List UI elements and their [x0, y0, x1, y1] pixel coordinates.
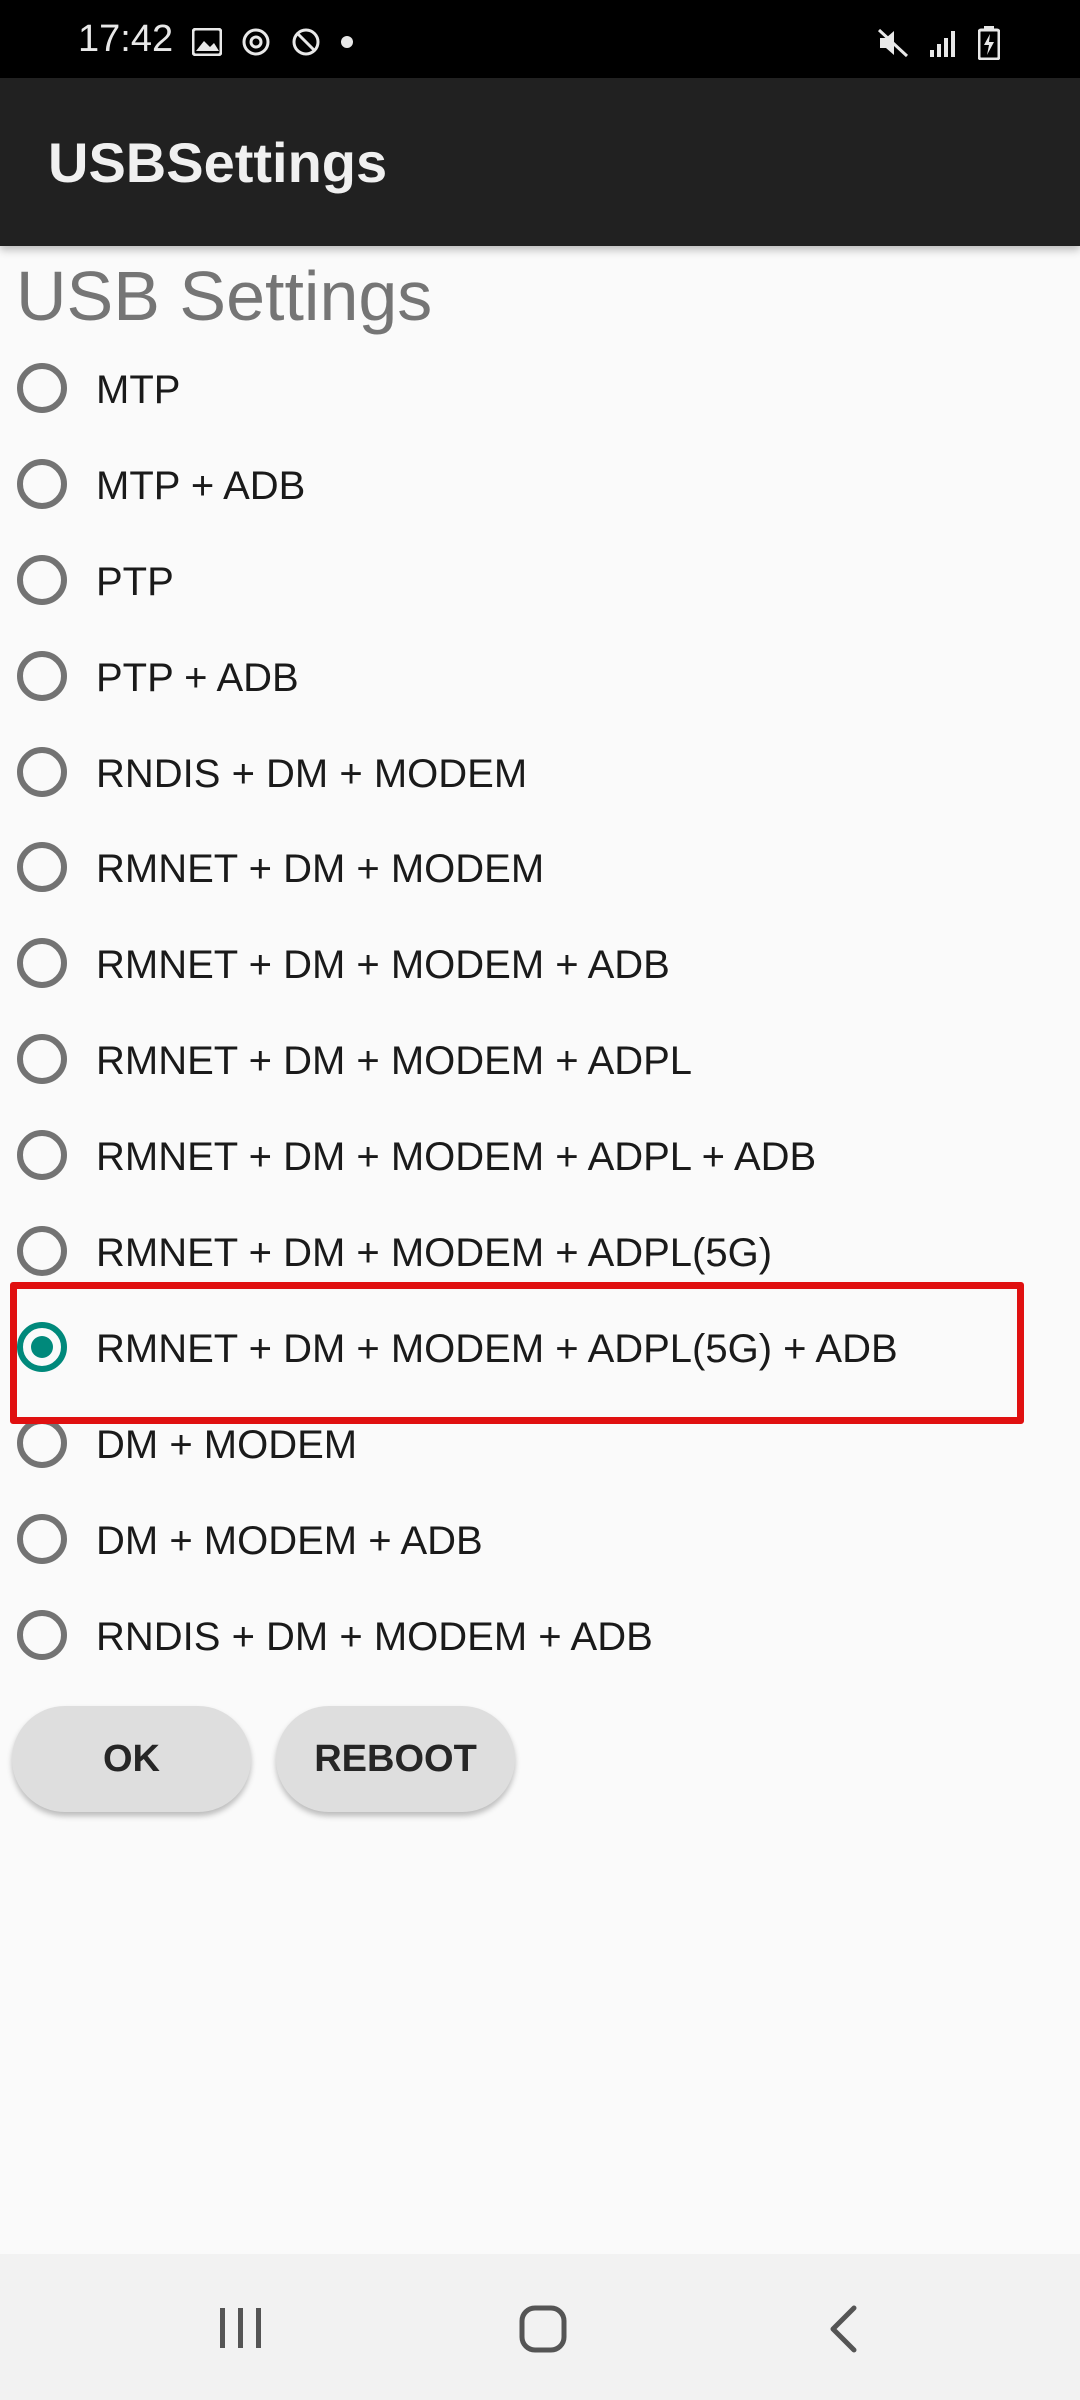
radio-option[interactable]: RNDIS + DM + MODEM	[0, 728, 1080, 824]
radio-option[interactable]: RMNET + DM + MODEM	[0, 823, 1080, 919]
option-label: MTP	[96, 368, 181, 412]
reboot-button[interactable]: REBOOT	[276, 1706, 515, 1812]
option-label: RMNET + DM + MODEM + ADB	[96, 943, 670, 988]
radio-button[interactable]	[17, 938, 67, 989]
ok-button[interactable]: OK	[12, 1706, 251, 1812]
radio-option[interactable]: MTP	[0, 344, 1080, 440]
radio-option[interactable]: PTP + ADB	[0, 632, 1080, 728]
radio-option[interactable]: PTP	[0, 536, 1080, 632]
highlight-box	[10, 1282, 1024, 1424]
radio-button[interactable]	[17, 1034, 67, 1085]
option-label: RMNET + DM + MODEM + ADPL(5G)	[96, 1231, 773, 1276]
battery-charging-icon	[977, 26, 1001, 65]
dot-icon	[340, 35, 354, 54]
option-label: RMNET + DM + MODEM	[96, 847, 545, 892]
blocked-icon	[290, 26, 322, 63]
recents-icon[interactable]	[218, 2306, 264, 2355]
home-icon[interactable]	[518, 2304, 568, 2359]
radio-button[interactable]	[17, 1226, 67, 1277]
option-label: DM + MODEM + ADB	[96, 1518, 483, 1563]
option-label: PTP + ADB	[96, 655, 299, 700]
option-label: RNDIS + DM + MODEM	[96, 751, 528, 796]
signal-icon	[928, 28, 960, 63]
option-label: MTP + ADB	[96, 463, 306, 508]
radio-button[interactable]	[17, 650, 67, 701]
sync-icon	[240, 26, 272, 63]
back-icon[interactable]	[826, 2304, 860, 2359]
radio-button[interactable]	[17, 1513, 67, 1564]
navigation-bar	[0, 2254, 1080, 2400]
radio-button[interactable]	[17, 554, 67, 605]
image-icon	[191, 27, 223, 61]
radio-option[interactable]: DM + MODEM + ADB	[0, 1495, 1080, 1591]
app-bar: USBSettings	[0, 78, 1080, 246]
radio-option[interactable]: RNDIS + DM + MODEM + ADB	[0, 1591, 1080, 1687]
radio-button[interactable]	[17, 458, 67, 509]
status-bar: 17:42	[0, 0, 1080, 78]
app-title: USBSettings	[48, 131, 388, 194]
option-label: RMNET + DM + MODEM + ADPL	[96, 1039, 693, 1084]
mute-icon	[876, 27, 910, 64]
radio-option[interactable]: RMNET + DM + MODEM + ADPL + ADB	[0, 1111, 1080, 1207]
radio-button[interactable]	[17, 1609, 67, 1660]
option-label: RNDIS + DM + MODEM + ADB	[96, 1614, 653, 1659]
page-title: USB Settings	[16, 257, 433, 335]
radio-option[interactable]: RMNET + DM + MODEM + ADPL	[0, 1015, 1080, 1111]
option-label: RMNET + DM + MODEM + ADPL + ADB	[96, 1135, 817, 1180]
radio-option[interactable]: RMNET + DM + MODEM + ADB	[0, 919, 1080, 1015]
usb-mode-radio-group: MTP MTP + ADB PTP PTP + ADB RNDIS + DM +…	[0, 344, 1080, 1686]
radio-button[interactable]	[17, 1130, 67, 1181]
radio-button[interactable]	[17, 363, 67, 413]
status-time: 17:42	[78, 18, 174, 60]
option-label: PTP	[96, 559, 174, 604]
radio-button[interactable]	[17, 842, 67, 893]
radio-button[interactable]	[17, 1417, 67, 1468]
option-label: DM + MODEM	[96, 1422, 358, 1467]
radio-option[interactable]: MTP + ADB	[0, 440, 1080, 536]
radio-button[interactable]	[17, 746, 67, 797]
